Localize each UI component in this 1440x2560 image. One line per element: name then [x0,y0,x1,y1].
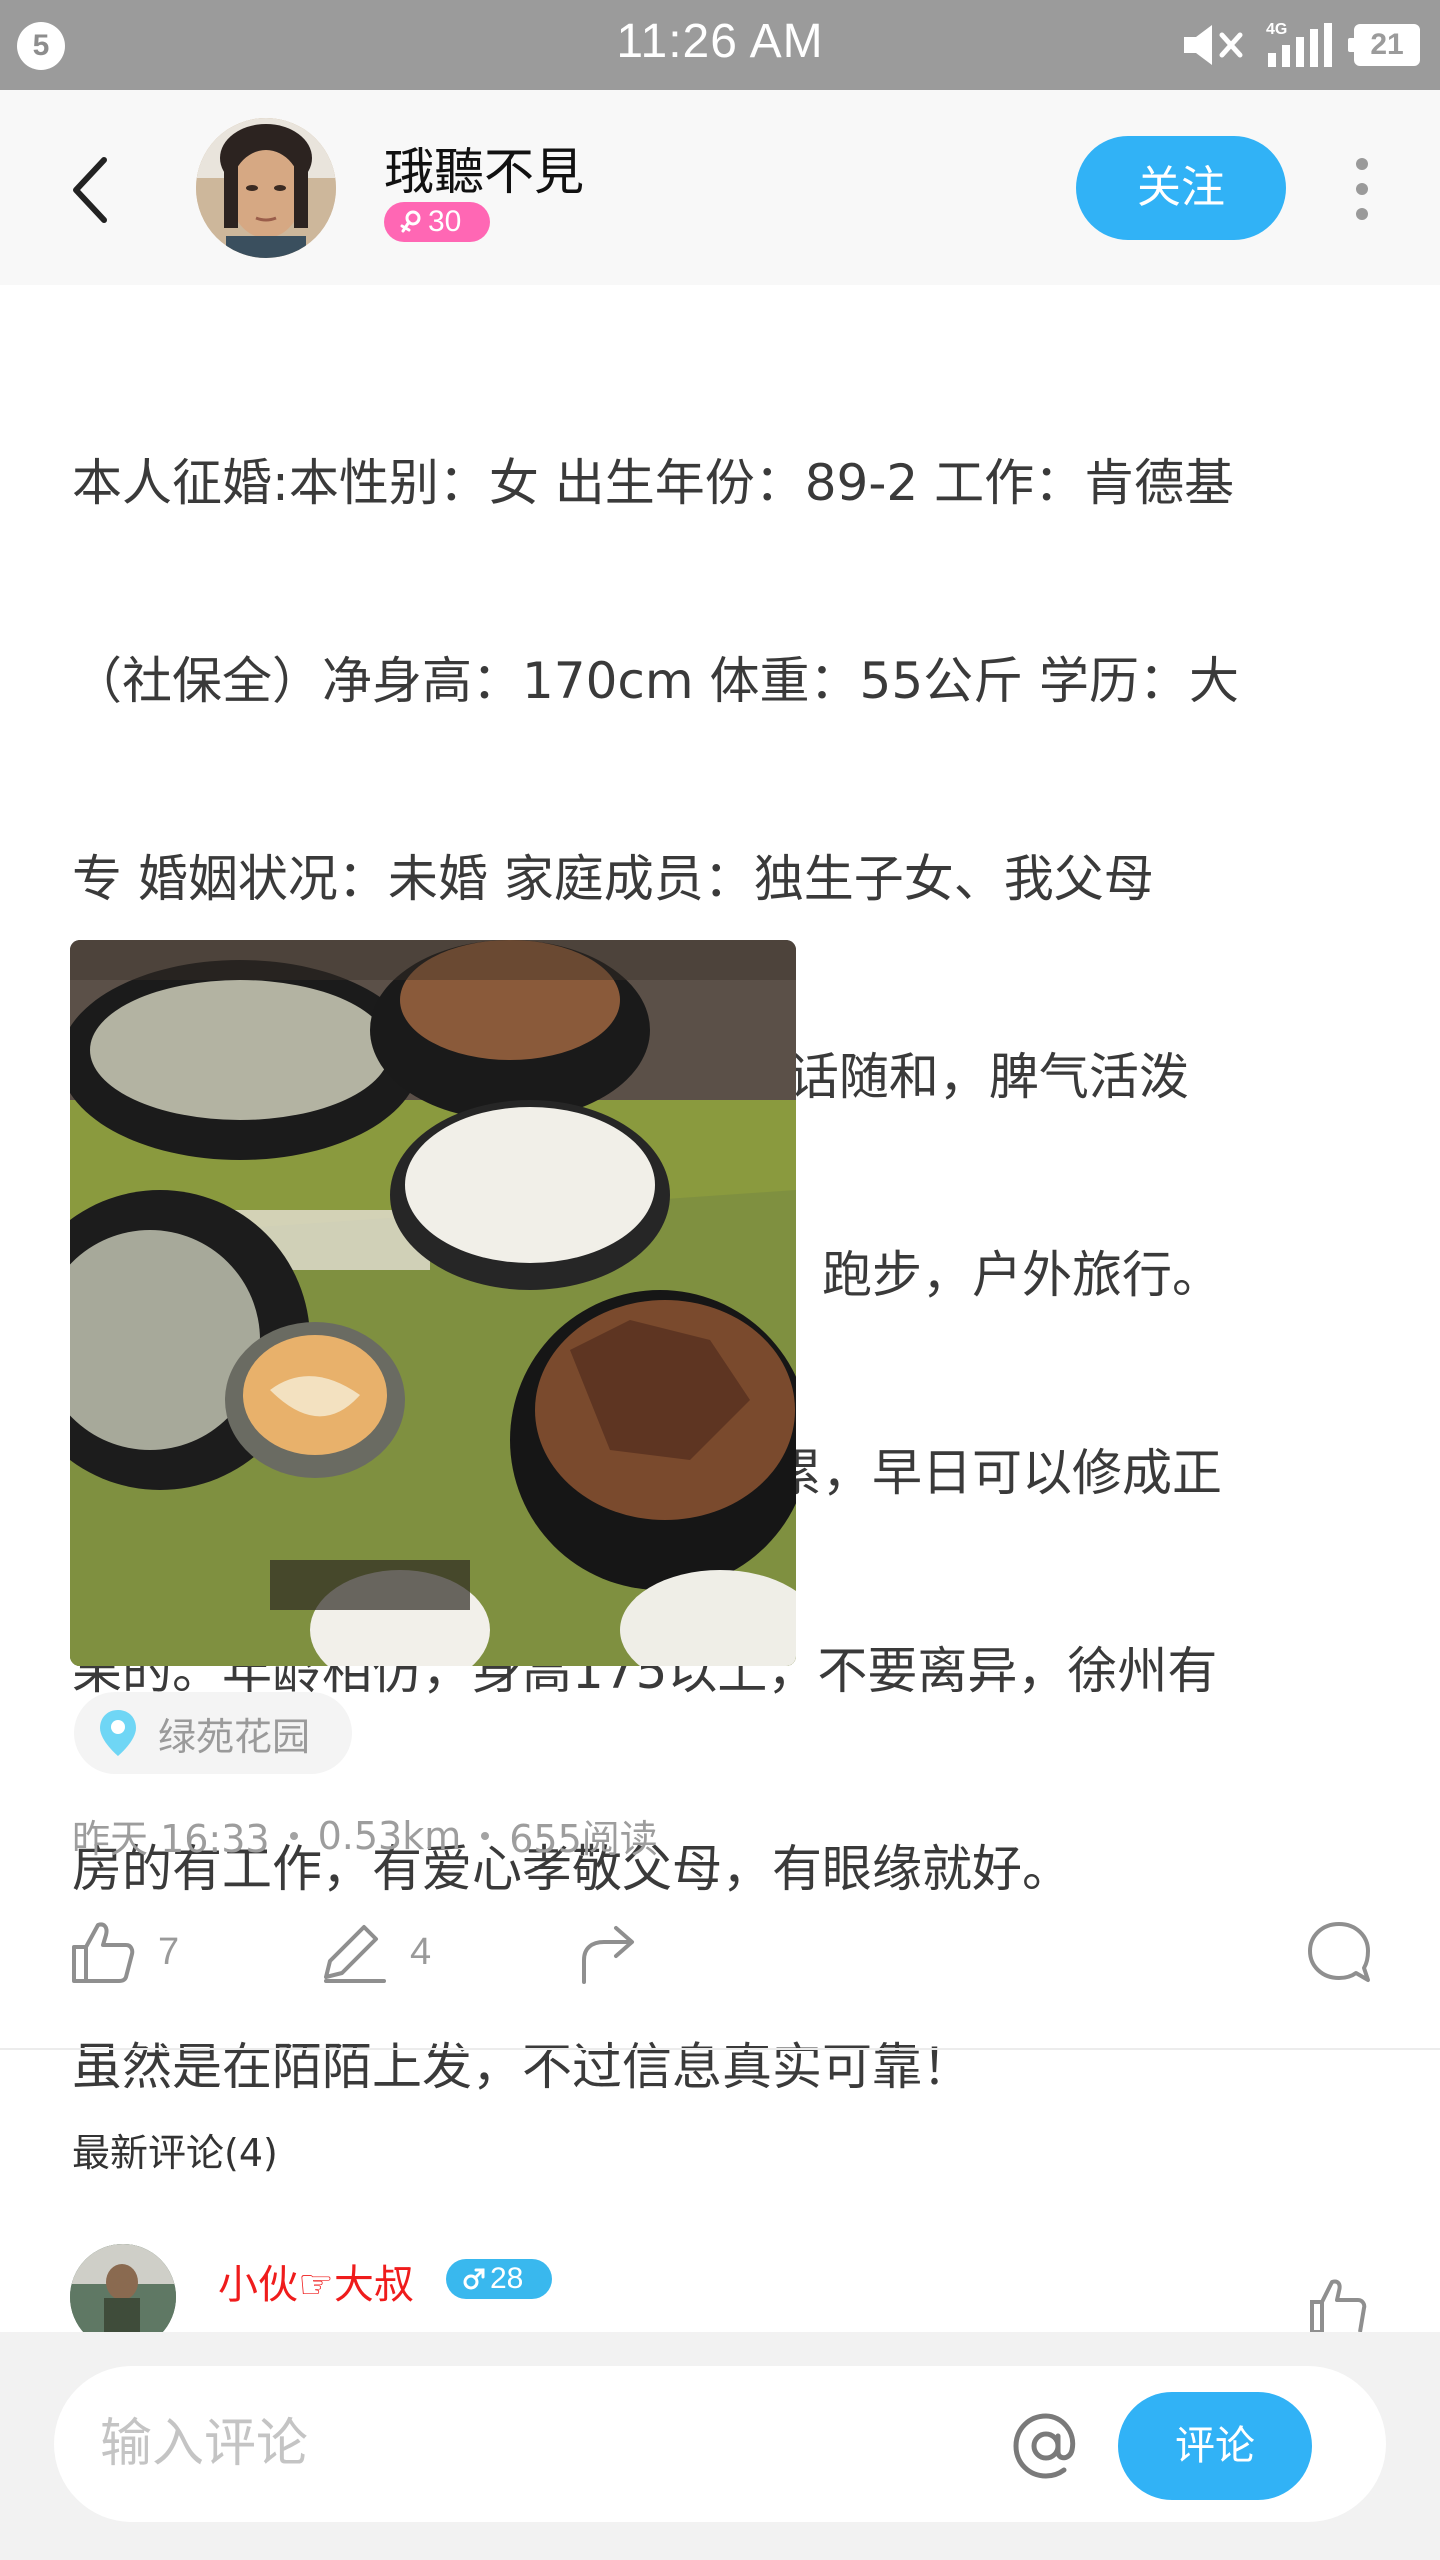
post-header: 珴聽不見 30 关注 [0,90,1440,285]
comment-write-button[interactable]: 4 [318,1912,431,1992]
avatar-image [196,118,336,258]
post-line: （社保全）净身高：170cm 体重：55公斤 学历：大 [72,652,1240,710]
at-mention-icon[interactable] [1010,2410,1082,2482]
follow-button[interactable]: 关注 [1076,136,1286,240]
status-icons: 4G 21 [1180,18,1420,72]
male-icon [463,2268,485,2290]
gender-age-badge: 30 [384,202,490,242]
post-reads: 655阅读 [509,1817,658,1861]
thumbs-up-icon [72,1922,135,1983]
post-line: 本人征婚:本性别：女 出生年份：89-2 工作：肯德基 [72,454,1235,512]
pencil-icon [324,1925,386,1983]
commenter-name[interactable]: 小伙☞大叔 [218,2252,414,2310]
comments-title: 最新评论(4) [72,2131,278,2175]
like-count: 7 [158,1930,180,1973]
back-arrow-icon[interactable] [62,152,122,228]
comment-input-bar: 评论 [0,2332,1440,2560]
signal-icon: 4G [1266,21,1332,67]
more-options-icon[interactable] [1350,158,1374,220]
comment-like-icon[interactable] [1308,2278,1368,2332]
post-time: 昨天 16:33 [72,1817,270,1861]
post-line: 虽然是在陌陌上发，不过信息真实可靠！ [72,2038,972,2096]
share-icon[interactable] [578,1920,638,1984]
commenter-age: 28 [490,2262,524,2295]
status-bar: 5 11:26 AM 4G 21 [0,0,1440,90]
mute-icon [1184,25,1243,65]
location-tag[interactable]: 绿苑花园 [74,1692,353,1774]
food-photo-image [70,940,796,1666]
food-photo[interactable] [70,940,796,1666]
like-button[interactable]: 7 [70,1912,179,1992]
user-avatar[interactable] [196,118,336,258]
separator-dot [289,1831,298,1840]
post-meta: 昨天 16:33 0.53km 655阅读 [72,1808,658,1863]
separator-dot [481,1831,490,1840]
chat-bubble-icon[interactable] [1304,1918,1374,1988]
location-pin-icon [100,1710,136,1756]
section-divider [0,2048,1440,2050]
network-type: 4G [1266,21,1288,38]
comment-count: 4 [410,1930,432,1973]
female-icon [400,210,421,233]
comment-input[interactable] [100,2404,960,2484]
post-line: 专 婚姻状况：未婚 家庭成员：独生子女、我父母 [72,850,1154,908]
location-name: 绿苑花园 [158,1714,311,1759]
age-value: 30 [428,205,462,238]
battery-icon: 21 [1348,24,1420,66]
user-name[interactable]: 珴聽不見 [384,132,584,204]
send-comment-button[interactable]: 评论 [1118,2392,1312,2500]
commenter-gender-age-badge: 28 [446,2259,552,2299]
post-distance: 0.53km [317,1813,462,1858]
post-actions: 7 4 [0,1912,1440,1992]
